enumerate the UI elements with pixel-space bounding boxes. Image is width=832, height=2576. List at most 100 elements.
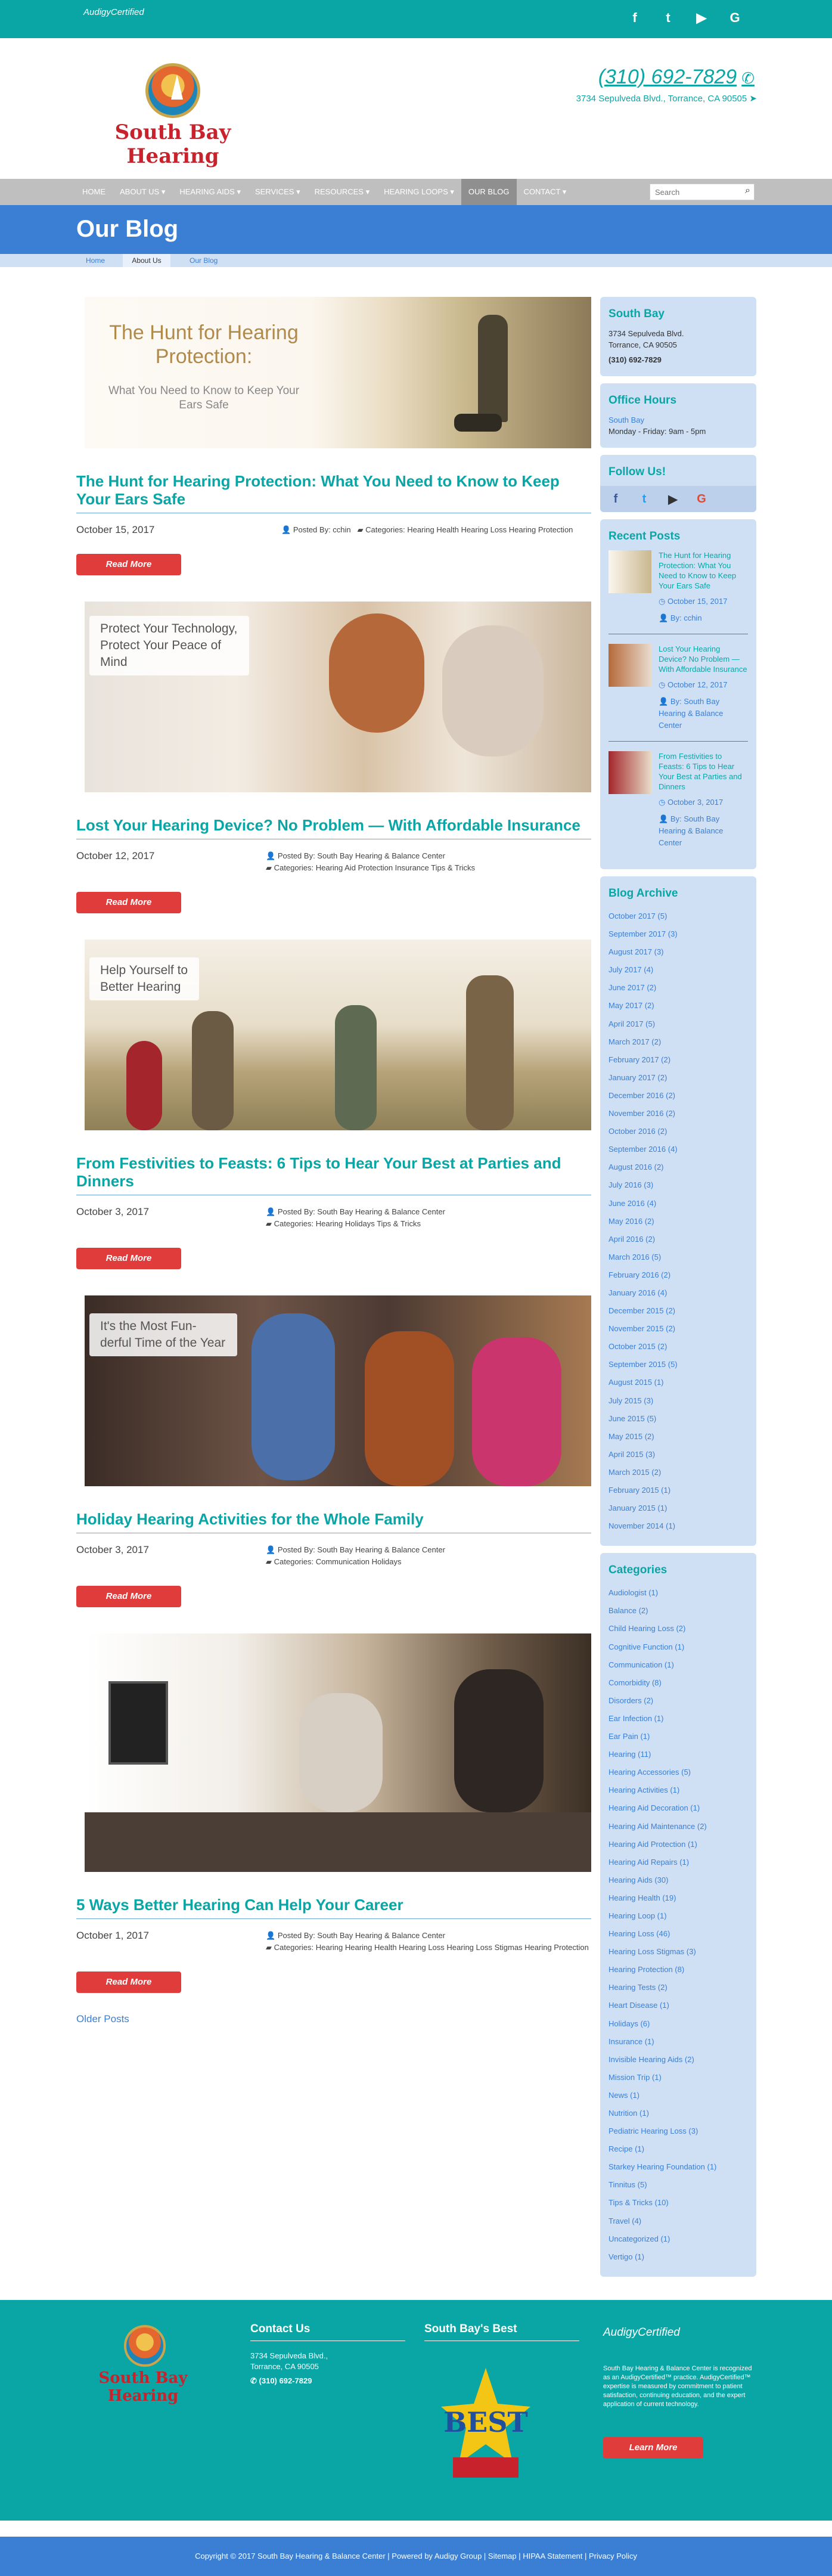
category-link[interactable]: News (1) [609, 2087, 748, 2104]
footer-phone[interactable]: ✆ (310) 692-7829 [250, 2376, 405, 2386]
search-input[interactable] [650, 184, 734, 200]
archive-link[interactable]: December 2015 (2) [609, 1302, 748, 1320]
recent-post-thumbnail[interactable] [609, 751, 651, 794]
audigy-certified-logo[interactable]: AudigyCertified [83, 7, 144, 17]
recent-post-title[interactable]: Lost Your Hearing Device? No Problem — W… [659, 644, 748, 674]
nav-contact[interactable]: CONTACT ▾ [517, 179, 574, 205]
archive-link[interactable]: February 2015 (1) [609, 1481, 748, 1499]
archive-link[interactable]: August 2017 (3) [609, 943, 748, 961]
recent-post-title[interactable]: From Festivities to Feasts: 6 Tips to He… [659, 751, 748, 792]
twitter-icon[interactable]: t [660, 8, 676, 27]
site-logo[interactable]: South Bay Hearing [83, 63, 262, 168]
post-categories[interactable]: Categories: Hearing Aid Protection Insur… [274, 863, 475, 872]
category-link[interactable]: Ear Pain (1) [609, 1728, 748, 1746]
nav-our-blog[interactable]: OUR BLOG [461, 179, 517, 205]
archive-link[interactable]: August 2016 (2) [609, 1158, 748, 1176]
category-link[interactable]: Hearing Loop (1) [609, 1907, 748, 1925]
archive-link[interactable]: July 2016 (3) [609, 1176, 748, 1194]
footer-logo[interactable]: South Bay Hearing [83, 2325, 203, 2405]
post-categories[interactable]: Categories: Hearing Hearing Health Heari… [274, 1943, 589, 1952]
post-title[interactable]: 5 Ways Better Hearing Can Help Your Care… [76, 1896, 591, 1919]
archive-link[interactable]: November 2014 (1) [609, 1517, 748, 1535]
category-link[interactable]: Communication (1) [609, 1656, 748, 1674]
category-link[interactable]: Hearing Aid Repairs (1) [609, 1853, 748, 1871]
location-phone[interactable]: (310) 692-7829 [609, 354, 748, 365]
category-link[interactable]: Comorbidity (8) [609, 1674, 748, 1692]
category-link[interactable]: Travel (4) [609, 2212, 748, 2230]
archive-link[interactable]: June 2016 (4) [609, 1195, 748, 1213]
archive-link[interactable]: November 2016 (2) [609, 1105, 748, 1123]
archive-link[interactable]: June 2015 (5) [609, 1410, 748, 1428]
read-more-button[interactable]: Read More [76, 892, 181, 913]
category-link[interactable]: Insurance (1) [609, 2033, 748, 2051]
category-link[interactable]: Hearing Protection (8) [609, 1961, 748, 1979]
post-author[interactable]: Posted By: South Bay Hearing & Balance C… [278, 851, 445, 860]
category-link[interactable]: Hearing Aid Protection (1) [609, 1836, 748, 1853]
archive-link[interactable]: March 2017 (2) [609, 1033, 748, 1051]
read-more-button[interactable]: Read More [76, 1248, 181, 1269]
nav-resources[interactable]: RESOURCES ▾ [308, 179, 377, 205]
category-link[interactable]: Tinnitus (5) [609, 2176, 748, 2194]
read-more-button[interactable]: Read More [76, 1971, 181, 1993]
archive-link[interactable]: July 2015 (3) [609, 1392, 748, 1410]
facebook-icon[interactable]: f [607, 492, 624, 506]
post-categories[interactable]: Categories: Hearing Holidays Tips & Tric… [274, 1219, 421, 1228]
post-title[interactable]: Lost Your Hearing Device? No Problem — W… [76, 816, 591, 839]
post-image[interactable]: Protect Your Technology, Protect Your Pe… [85, 602, 591, 792]
archive-link[interactable]: October 2015 (2) [609, 1338, 748, 1356]
category-link[interactable]: Cognitive Function (1) [609, 1638, 748, 1656]
category-link[interactable]: Recipe (1) [609, 2140, 748, 2158]
post-title[interactable]: The Hunt for Hearing Protection: What Yo… [76, 472, 591, 513]
youtube-icon[interactable]: ▶ [665, 492, 681, 507]
search-icon[interactable]: ⌕ [745, 185, 750, 196]
twitter-icon[interactable]: t [636, 492, 653, 506]
category-link[interactable]: Hearing Loss (46) [609, 1925, 748, 1943]
read-more-button[interactable]: Read More [76, 1586, 181, 1607]
nav-about-us[interactable]: ABOUT US ▾ [113, 179, 172, 205]
archive-link[interactable]: December 2016 (2) [609, 1087, 748, 1105]
nav-hearing-aids[interactable]: HEARING AIDS ▾ [172, 179, 248, 205]
post-image[interactable]: The Hunt for Hearing Protection: What Yo… [85, 297, 591, 448]
category-link[interactable]: Hearing Tests (2) [609, 1979, 748, 1997]
archive-link[interactable]: October 2017 (5) [609, 907, 748, 925]
category-link[interactable]: Disorders (2) [609, 1692, 748, 1710]
category-link[interactable]: Balance (2) [609, 1602, 748, 1620]
archive-link[interactable]: September 2016 (4) [609, 1140, 748, 1158]
category-link[interactable]: Hearing Aids (30) [609, 1871, 748, 1889]
google-plus-icon[interactable]: G [727, 8, 743, 27]
header-address[interactable]: 3734 Sepulveda Blvd., Torrance, CA 90505… [576, 93, 757, 104]
header-phone[interactable]: (310) 692-7829 ✆ [598, 66, 755, 89]
facebook-icon[interactable]: f [627, 8, 642, 27]
category-link[interactable]: Starkey Hearing Foundation (1) [609, 2158, 748, 2176]
archive-link[interactable]: March 2016 (5) [609, 1248, 748, 1266]
post-image[interactable] [85, 1633, 591, 1872]
post-title[interactable]: Holiday Hearing Activities for the Whole… [76, 1510, 591, 1533]
footer-audigy-logo[interactable]: AudigyCertified [603, 2326, 752, 2339]
category-link[interactable]: Uncategorized (1) [609, 2230, 748, 2248]
archive-link[interactable]: April 2015 (3) [609, 1446, 748, 1464]
category-link[interactable]: Heart Disease (1) [609, 1997, 748, 2014]
archive-link[interactable]: May 2015 (2) [609, 1428, 748, 1446]
post-author[interactable]: Posted By: South Bay Hearing & Balance C… [278, 1931, 445, 1940]
category-link[interactable]: Hearing Aid Decoration (1) [609, 1799, 748, 1817]
archive-link[interactable]: June 2017 (2) [609, 979, 748, 997]
nav-home[interactable]: HOME [75, 179, 113, 205]
google-plus-icon[interactable]: G [693, 492, 710, 506]
recent-post-thumbnail[interactable] [609, 644, 651, 687]
archive-link[interactable]: February 2016 (2) [609, 1266, 748, 1284]
archive-link[interactable]: November 2015 (2) [609, 1320, 748, 1338]
post-categories[interactable]: Categories: Communication Holidays [274, 1557, 402, 1566]
learn-more-button[interactable]: Learn More [603, 2437, 703, 2459]
category-link[interactable]: Nutrition (1) [609, 2104, 748, 2122]
archive-link[interactable]: October 2016 (2) [609, 1123, 748, 1140]
archive-link[interactable]: May 2017 (2) [609, 997, 748, 1015]
archive-link[interactable]: September 2017 (3) [609, 925, 748, 943]
category-link[interactable]: Hearing Accessories (5) [609, 1763, 748, 1781]
read-more-button[interactable]: Read More [76, 554, 181, 575]
post-author[interactable]: Posted By: cchin [293, 525, 351, 534]
recent-post-thumbnail[interactable] [609, 550, 651, 593]
category-link[interactable]: Hearing Aid Maintenance (2) [609, 1818, 748, 1836]
post-author[interactable]: Posted By: South Bay Hearing & Balance C… [278, 1207, 445, 1216]
category-link[interactable]: Ear Infection (1) [609, 1710, 748, 1728]
recent-post-title[interactable]: The Hunt for Hearing Protection: What Yo… [659, 550, 748, 591]
